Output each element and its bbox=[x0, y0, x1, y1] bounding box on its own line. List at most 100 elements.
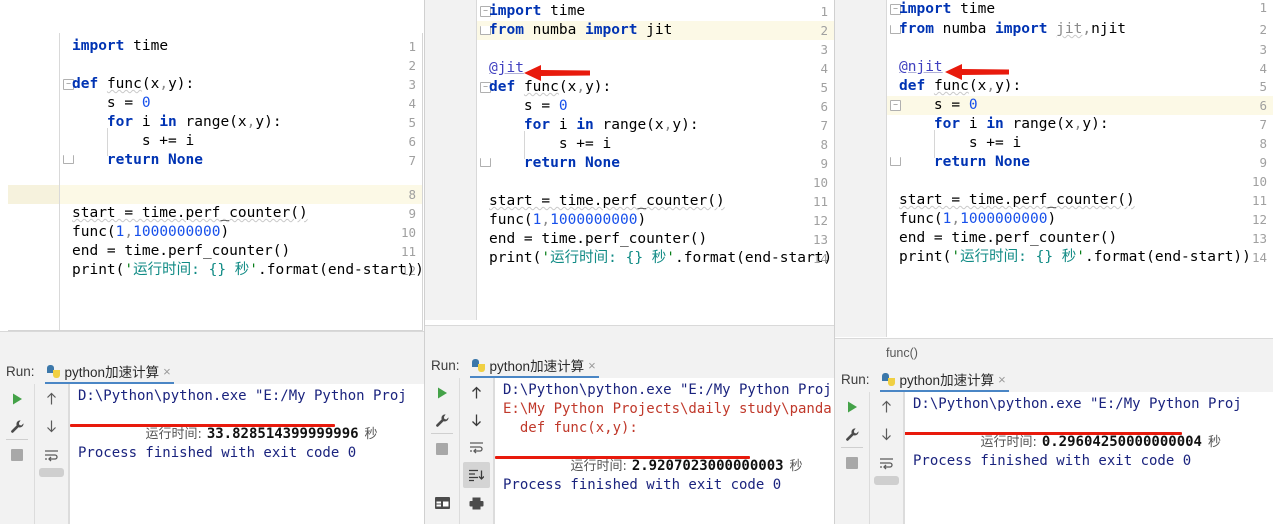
python-logo-icon bbox=[46, 364, 60, 378]
run-icon[interactable] bbox=[835, 394, 869, 420]
code-line: end = time.perf_counter() bbox=[899, 230, 1118, 246]
run-toolbar-right bbox=[835, 392, 870, 524]
arrow-down-icon[interactable] bbox=[35, 413, 68, 439]
code-line: print('运行时间: {} 秒'.format(end-start)) bbox=[72, 262, 423, 278]
run-label: Run: bbox=[841, 371, 870, 387]
arrow-up-icon[interactable] bbox=[870, 394, 903, 420]
soft-wrap-icon[interactable] bbox=[460, 434, 493, 460]
line-number: 10 bbox=[812, 175, 828, 190]
wrench-icon[interactable] bbox=[835, 421, 869, 447]
red-underline-annotation bbox=[70, 424, 335, 427]
red-underline-annotation bbox=[905, 432, 1182, 435]
run-panel-header-middle: Run: python加速计算 × bbox=[425, 352, 834, 378]
code-line: start = time.perf_counter() bbox=[899, 192, 1135, 208]
code-line: start = time.perf_counter() bbox=[72, 205, 308, 221]
line-number: 10 bbox=[1251, 174, 1267, 189]
console-line: D:\Python\python.exe "E:/My Python Proj bbox=[913, 396, 1242, 412]
code-line: func(1,1000000000) bbox=[899, 211, 1057, 227]
run-tab-python[interactable]: python加速计算 × bbox=[468, 353, 601, 378]
result-value: 2.9207023000000003 bbox=[631, 458, 784, 474]
result-prefix: 运行时间: bbox=[570, 459, 627, 474]
close-icon[interactable]: × bbox=[163, 364, 174, 379]
breadcrumb-middle[interactable] bbox=[425, 325, 834, 353]
run-toolbar-middle bbox=[425, 378, 460, 524]
console-line-result: 运行时间: 0.29604250000000004 秒 bbox=[913, 414, 1273, 450]
code-line: end = time.perf_counter() bbox=[489, 231, 708, 247]
line-number: 3 bbox=[820, 42, 828, 57]
run-icon[interactable] bbox=[0, 386, 34, 412]
code-line: import time bbox=[489, 3, 586, 19]
stop-icon[interactable] bbox=[0, 442, 34, 468]
result-suffix: 秒 bbox=[364, 427, 378, 442]
result-suffix: 秒 bbox=[789, 459, 803, 474]
run-panel-right: Run: python加速计算 × D:\Python\python.exe "… bbox=[835, 366, 1273, 524]
soft-wrap-icon[interactable] bbox=[35, 442, 68, 468]
arrow-up-icon[interactable] bbox=[460, 380, 493, 406]
scroll-to-end-icon[interactable] bbox=[463, 462, 490, 488]
result-prefix: 运行时间: bbox=[980, 435, 1037, 450]
code-line: for i in range(x,y): bbox=[523, 117, 699, 133]
run-panel-header-left: Run: python加速计算 × bbox=[0, 358, 424, 384]
scrollbar-thumb[interactable] bbox=[39, 468, 64, 477]
line-number-gutter-middle[interactable] bbox=[425, 0, 477, 320]
run-tab-python[interactable]: python加速计算 × bbox=[43, 359, 176, 384]
run-console-right[interactable]: D:\Python\python.exe "E:/My Python Proj … bbox=[904, 392, 1273, 524]
code-line: from numba import jit bbox=[489, 22, 673, 38]
console-line: def func(x,y): bbox=[503, 420, 638, 436]
breadcrumb-text: func() bbox=[886, 345, 918, 360]
result-suffix: 秒 bbox=[1207, 435, 1221, 450]
code-line: def func(x,y): bbox=[72, 76, 195, 92]
panel-middle-jit: 1 2 3 4 5 6 7 8 9 10 11 12 13 14 − − imp… bbox=[425, 0, 834, 524]
run-toolbar-left bbox=[0, 384, 35, 524]
code-line: s = 0 bbox=[899, 97, 978, 113]
code-line: s += i bbox=[899, 135, 1022, 151]
arrow-down-icon[interactable] bbox=[460, 407, 493, 433]
console-line-result: 运行时间: 2.9207023000000003 秒 bbox=[503, 438, 834, 474]
run-console-left[interactable]: D:\Python\python.exe "E:/My Python Proj … bbox=[69, 384, 424, 524]
run-tab-label: python加速计算 bbox=[64, 365, 160, 380]
line-highlight-left bbox=[59, 185, 422, 204]
code-line: func(1,1000000000) bbox=[489, 212, 647, 228]
run-toolbar2-middle bbox=[460, 378, 494, 524]
line-number-gutter-left-bg bbox=[8, 33, 60, 330]
close-icon[interactable]: × bbox=[588, 358, 599, 373]
scrollbar-thumb[interactable] bbox=[874, 476, 899, 485]
stop-icon[interactable] bbox=[425, 436, 459, 462]
toolbar-divider bbox=[431, 433, 453, 434]
result-value: 0.29604250000000004 bbox=[1041, 434, 1202, 450]
python-logo-icon bbox=[471, 358, 485, 372]
print-icon[interactable] bbox=[460, 490, 493, 516]
arrow-down-icon[interactable] bbox=[870, 421, 903, 447]
arrow-up-icon[interactable] bbox=[35, 386, 68, 412]
code-line: s = 0 bbox=[72, 95, 151, 111]
result-value: 33.828514399999996 bbox=[206, 426, 359, 442]
line-number: 3 bbox=[1259, 42, 1267, 57]
breadcrumb-right[interactable]: func() bbox=[835, 338, 1273, 367]
code-line: start = time.perf_counter() bbox=[489, 193, 725, 209]
layout-icon[interactable] bbox=[425, 490, 459, 516]
code-line: s = 0 bbox=[489, 98, 568, 114]
wrench-icon[interactable] bbox=[0, 413, 34, 439]
code-line: end = time.perf_counter() bbox=[72, 243, 291, 259]
code-line: return None bbox=[933, 154, 1030, 170]
breadcrumb-left[interactable] bbox=[0, 331, 424, 359]
toolbar-divider bbox=[6, 439, 28, 440]
code-editor-middle[interactable]: 1 2 3 4 5 6 7 8 9 10 11 12 13 14 − − imp… bbox=[425, 0, 834, 320]
code-line: s += i bbox=[489, 136, 612, 152]
run-icon[interactable] bbox=[425, 380, 459, 406]
soft-wrap-icon[interactable] bbox=[870, 450, 903, 476]
red-underline-annotation bbox=[495, 456, 750, 459]
run-tab-python[interactable]: python加速计算 × bbox=[878, 367, 1011, 392]
code-line: return None bbox=[106, 152, 203, 168]
code-editor-left[interactable]: 1 2 3 4 5 6 7 8 9 10 11 12 − import time… bbox=[8, 33, 423, 331]
code-line: from numba import jit,njit bbox=[899, 21, 1127, 37]
line-number-gutter-right[interactable] bbox=[835, 0, 887, 337]
wrench-icon[interactable] bbox=[425, 407, 459, 433]
panel-right-njit: 1 2 3 4 5 6 7 8 9 10 11 12 13 14 − − imp… bbox=[835, 0, 1273, 524]
code-editor-right[interactable]: 1 2 3 4 5 6 7 8 9 10 11 12 13 14 − − imp… bbox=[835, 0, 1273, 337]
run-console-middle[interactable]: D:\Python\python.exe "E:/My Python Proj … bbox=[494, 378, 834, 524]
close-icon[interactable]: × bbox=[998, 372, 1009, 387]
code-line: import time bbox=[72, 38, 169, 54]
code-line: func(1,1000000000) bbox=[72, 224, 230, 240]
stop-icon[interactable] bbox=[835, 450, 869, 476]
